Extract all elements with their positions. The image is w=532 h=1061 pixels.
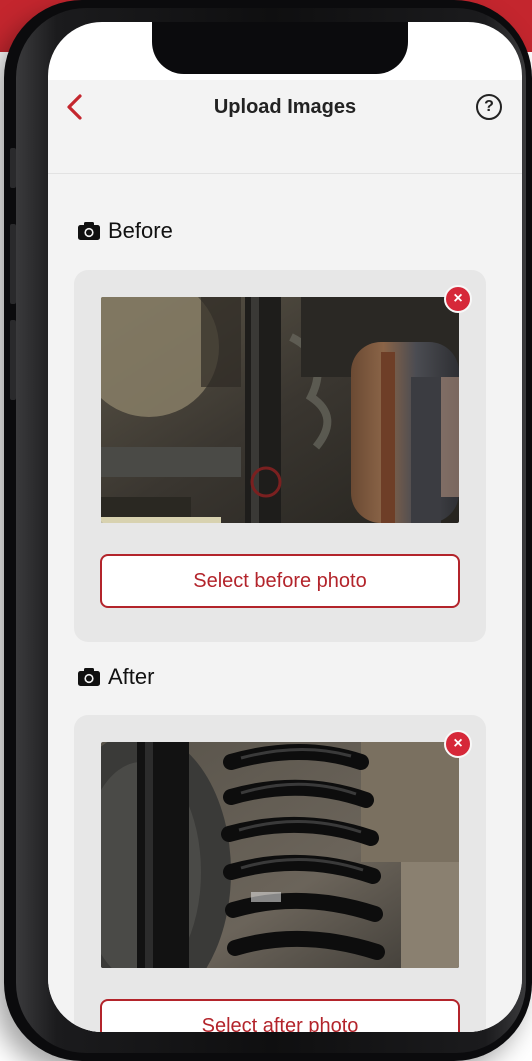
select-after-photo-button[interactable]: Select after photo xyxy=(100,999,460,1032)
remove-after-photo-button[interactable]: × xyxy=(444,730,472,758)
after-section-header: After xyxy=(78,664,154,690)
upload-content: Before × Select before photo After × Sel… xyxy=(48,174,522,1032)
close-icon: × xyxy=(453,290,463,307)
after-section-label: After xyxy=(108,664,155,689)
mute-switch xyxy=(10,148,16,188)
before-photo[interactable] xyxy=(101,297,459,523)
before-photo-card: × Select before photo xyxy=(74,270,486,642)
select-before-photo-button[interactable]: Select before photo xyxy=(100,554,460,608)
phone-notch xyxy=(152,22,408,74)
camera-icon xyxy=(78,668,100,686)
suspension-after-photo xyxy=(101,742,459,968)
volume-down-button xyxy=(10,320,16,400)
volume-up-button xyxy=(10,224,16,304)
remove-before-photo-button[interactable]: × xyxy=(444,285,472,313)
camera-icon xyxy=(78,222,100,240)
before-section-label: Before xyxy=(108,218,173,243)
help-button[interactable]: ? xyxy=(476,94,502,120)
suspension-before-photo xyxy=(101,297,459,523)
close-icon: × xyxy=(453,735,463,752)
help-circle-icon: ? xyxy=(484,98,494,115)
after-photo-card: × Select after photo xyxy=(74,715,486,1032)
navigation-bar: Upload Images ? xyxy=(48,80,522,174)
before-section-header: Before xyxy=(78,218,173,244)
phone-screen: Upload Images ? Before × Select before p… xyxy=(48,22,522,1032)
phone-frame: Upload Images ? Before × Select before p… xyxy=(4,0,532,1061)
after-photo[interactable] xyxy=(101,742,459,968)
page-title: Upload Images xyxy=(213,96,357,118)
